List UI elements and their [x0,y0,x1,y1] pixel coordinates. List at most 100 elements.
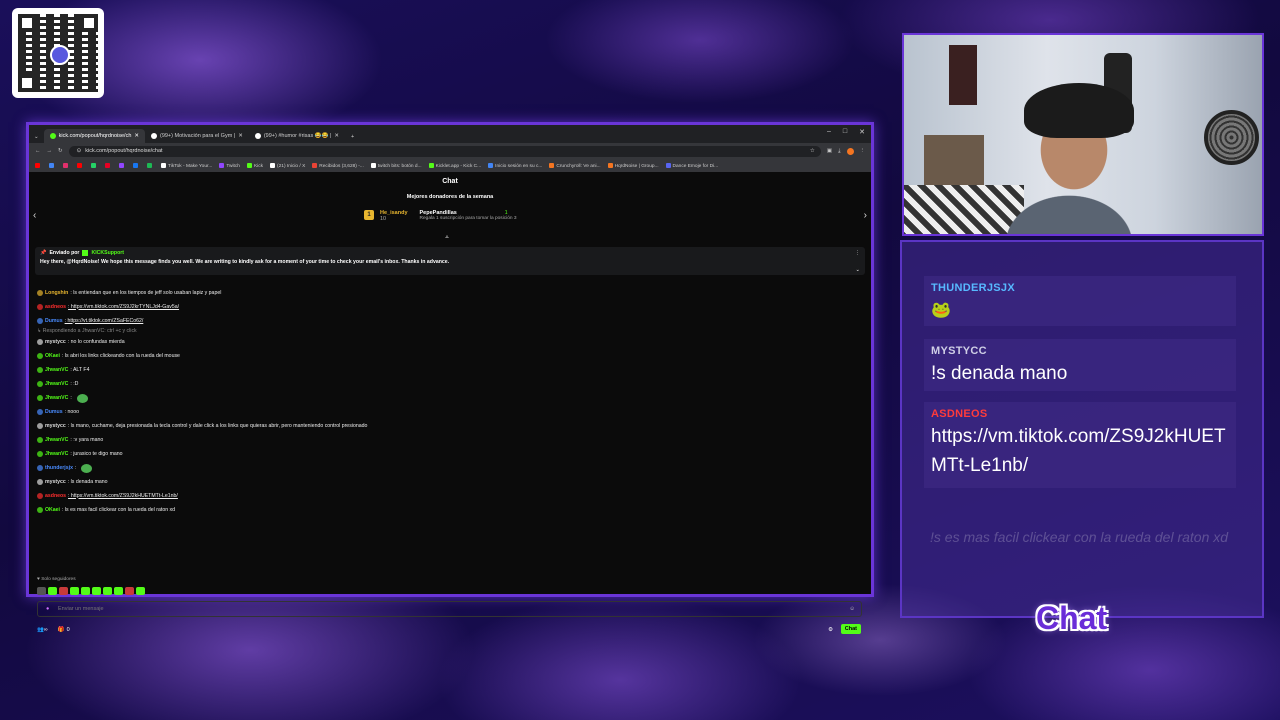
overlay-message: MYSTYCC !s denada mano [924,339,1236,391]
profile-icon[interactable] [846,147,854,155]
donor-2-amount: 1 [504,210,508,216]
bookmark-item[interactable] [91,162,98,169]
emote-icon[interactable] [70,587,79,595]
bookmark-label: Kicklet.app - Kick C... [435,163,482,169]
bookmark-item[interactable] [49,162,56,169]
download-icon[interactable]: ⤓ [838,148,840,155]
chat-username[interactable]: Dumus [45,409,63,416]
bookmark-item[interactable] [147,162,154,169]
chat-username[interactable]: mystycc [45,479,66,486]
donor-2[interactable]: PepePandillas Regala 1 suscripción para … [420,210,517,221]
user-avatar-icon [37,395,43,401]
emoji-icon[interactable]: ☺ [849,606,855,612]
chat-username[interactable]: asdneos [45,304,66,311]
bookmark-item[interactable]: HqrdNoise | Group... [607,162,659,168]
close-tab-icon[interactable]: ✕ [134,133,139,139]
address-bar[interactable]: ⊙ kick.com/popout/hqrdnoise/chat ☆ [68,145,821,157]
chat-username[interactable]: JhwanVC [45,395,68,402]
chat-link[interactable]: : https://vt.tiktok.com/ZSaFECo62/ [65,318,144,325]
qr-code [12,8,104,98]
emote-icon[interactable] [103,587,112,595]
emote-icon[interactable] [37,587,46,595]
bookmark-item[interactable]: Dance Emoje for Di... [665,162,718,168]
chat-text: : ls es mas facil clickear con la rueda … [62,506,176,513]
chat-username[interactable]: Dumus [45,318,63,325]
chat-username[interactable]: OKaei [45,507,60,514]
browser-tab[interactable]: kick.com/popout/hqrdnoise/ch ✕ [43,129,145,143]
tab-search-icon[interactable]: ⌄ [29,134,44,143]
reload-icon[interactable]: ↻ [58,148,63,154]
expand-chevron-icon[interactable]: ⌄ [856,267,860,273]
emote-icon[interactable] [59,587,68,595]
user-avatar-icon [37,381,43,387]
bookmark-item[interactable] [105,162,112,169]
chat-username[interactable]: thunderjsjx [45,465,73,472]
prev-arrow-icon[interactable]: ‹ [33,210,36,221]
send-chat-button[interactable]: Chat [840,624,861,634]
settings-gear-icon[interactable]: ⚙ [828,627,833,633]
bookmark-item[interactable] [35,162,42,169]
menu-icon[interactable]: ⋮ [860,148,866,154]
chat-username[interactable]: mystycc [45,423,66,430]
bookmark-label: (21) Inicio / X [277,163,306,169]
minimize-button[interactable]: – [827,128,831,136]
emote-icon[interactable] [81,587,90,595]
browser-tab[interactable]: (99+) Motivación para el Gym | ✕ [145,129,249,143]
bookmark-item[interactable]: Twitch [219,162,240,168]
chat-username[interactable]: JhwanVC [45,367,68,374]
close-tab-icon[interactable]: ✕ [334,133,339,139]
bookmark-icon [270,162,276,168]
bookmark-icon [549,162,555,168]
bookmark-item[interactable] [119,162,126,169]
bookmark-icon [49,162,54,168]
chat-username[interactable]: JhwanVC [45,437,68,444]
maximize-button[interactable]: □ [843,128,847,136]
bookmark-item[interactable]: (21) Inicio / X [270,162,306,169]
site-info-icon[interactable]: ⊙ [77,148,82,154]
bookmark-item[interactable] [133,162,140,169]
mic-icon[interactable]: ● [46,606,49,612]
top-donors-heading: Mejores donadores de la semana [406,194,494,200]
next-arrow-icon[interactable]: › [864,210,867,221]
bookmark-item[interactable]: Crunchyroll: Ve ani... [549,162,601,168]
bookmark-item[interactable] [77,162,84,169]
chat-username[interactable]: Longshin [45,290,68,297]
bookmark-item[interactable]: twitch bits: botón d... [370,162,422,168]
chat-link[interactable]: : https://vm.tiktok.com/ZS9J2kHUETMTt-Le… [68,493,178,500]
user-avatar-icon [37,290,43,296]
bookmark-item[interactable]: Inicio sesión en su c... [488,162,542,168]
extensions-icon[interactable]: ▣ [827,148,832,154]
emote-icon[interactable] [125,587,134,595]
chat-username[interactable]: OKaei [45,353,60,360]
emote-icon[interactable] [136,587,145,595]
pinned-options-icon[interactable]: ⋮ [855,250,860,256]
close-window-button[interactable]: ✕ [859,128,865,136]
gift-icon[interactable]: 🎁 [58,627,65,633]
chat-text: ↳ Respondiendo a JhwanVC: ctrl +c y clic… [37,328,137,334]
bookmark-item[interactable]: Kicklet.app - Kick C... [428,162,482,169]
donor-1[interactable]: He_isandy 10 [380,210,408,222]
bookmark-item[interactable]: Recibidos (3,628) -... [312,162,364,168]
bookmark-star-icon[interactable]: ☆ [810,148,815,154]
forward-icon[interactable]: → [47,148,53,154]
bookmark-item[interactable]: Kick [246,162,263,168]
bookmark-item[interactable] [63,162,70,169]
bookmark-item[interactable]: TikTok - Make Your... [161,162,212,168]
chat-username[interactable]: mystycc [45,339,66,346]
collapse-icon[interactable]: ⩡ [445,234,449,242]
chat-username[interactable]: asdneos [45,493,66,500]
browser-tab[interactable]: (99+) #humor #risas 😂😂 | ✕ [249,129,345,143]
close-tab-icon[interactable]: ✕ [238,133,243,139]
emote-icon[interactable] [92,587,101,595]
new-tab-button[interactable]: + [345,134,360,143]
user-avatar-icon [37,507,43,513]
emote-icon[interactable] [114,587,123,595]
chat-text: : ls mano, cuchame, deja presionada la t… [67,422,368,429]
emote-icon[interactable] [48,587,57,595]
chat-username[interactable]: JhwanVC [45,381,68,388]
back-icon[interactable]: ← [35,148,41,154]
tab-favicon-icon [150,133,157,139]
chat-username[interactable]: JhwanVC [45,451,68,458]
message-input[interactable]: ● Enviar un mensaje ☺ [37,601,862,617]
chat-link[interactable]: : https://vm.tiktok.com/ZS9J2krTYNLJd4-G… [68,304,179,311]
